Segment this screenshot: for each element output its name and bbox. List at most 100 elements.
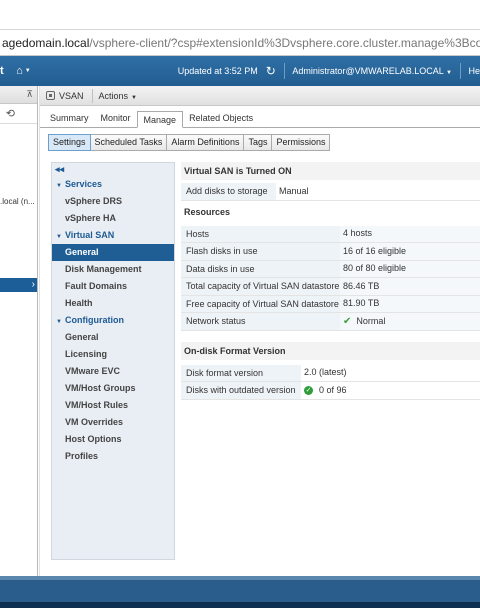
nav-item-health[interactable]: Health <box>52 295 174 312</box>
subtab-settings[interactable]: Settings <box>48 134 91 151</box>
row-label: Data disks in use <box>181 260 340 277</box>
header-divider <box>283 63 285 79</box>
history-icon[interactable]: ⟲ <box>6 107 15 120</box>
header-divider <box>91 88 93 103</box>
checkmark-icon: ✔ <box>343 315 352 327</box>
add-disks-row: Add disks to storage Manual <box>181 183 480 201</box>
nav-item-vmware-evc[interactable]: VMware EVC <box>52 363 174 380</box>
resources-table: Hosts 4 hosts Flash disks in use 16 of 16 … <box>181 225 480 331</box>
navigator-toolbar: ⟲ <box>0 104 37 124</box>
row-label: Add disks to storage <box>181 183 276 200</box>
chevron-right-icon: › <box>31 279 35 290</box>
home-menu-button[interactable]: ⌂ ▼ <box>16 65 31 77</box>
row-label: Free capacity of Virtual SAN datastore <box>181 295 340 312</box>
nav-item-config-general[interactable]: General <box>52 329 174 346</box>
tab-related-objects[interactable]: Related Objects <box>183 110 259 127</box>
app-logo: t <box>0 65 4 77</box>
taskbar <box>0 576 480 608</box>
nav-item-profiles[interactable]: Profiles <box>52 448 174 465</box>
tab-monitor[interactable]: Monitor <box>95 110 137 127</box>
user-menu[interactable]: Administrator@VMWARELAB.LOCAL ▼ <box>292 66 451 76</box>
nav-item-vm-host-groups[interactable]: VM/Host Groups <box>52 380 174 397</box>
row-label: Flash disks in use <box>181 243 340 260</box>
actions-menu-button[interactable]: Actions ▼ <box>99 91 137 101</box>
table-row: Free capacity of Virtual SAN datastore 81… <box>181 295 480 313</box>
expand-triangle-icon: ▼ <box>56 183 62 189</box>
row-label: Hosts <box>181 225 340 242</box>
nav-group-label: Services <box>64 179 102 189</box>
cluster-icon <box>46 91 55 100</box>
user-name: Administrator@VMWARELAB.LOCAL <box>292 66 444 76</box>
subtab-tags[interactable]: Tags <box>244 134 273 151</box>
vsan-general-content: Virtual SAN is Turned ON Add disks to st… <box>181 162 480 560</box>
nav-group-virtual-san[interactable]: ▼ Virtual SAN <box>52 227 174 244</box>
row-value: ✓ 0 of 96 <box>301 382 480 399</box>
actions-label: Actions <box>98 90 129 101</box>
subtab-alarm-definitions[interactable]: Alarm Definitions <box>167 134 245 151</box>
nav-item-host-options[interactable]: Host Options <box>52 431 174 448</box>
subtab-permissions[interactable]: Permissions <box>272 134 331 151</box>
url-host: agedomain.local <box>2 35 90 50</box>
main-panel: VSAN Actions ▼ Summary Monitor Manage Rel… <box>39 86 480 576</box>
taskbar-body <box>0 580 480 602</box>
format-table: Disk format version 2.0 (latest) Disks wi… <box>181 364 480 400</box>
nav-item-vm-overrides[interactable]: VM Overrides <box>52 414 174 431</box>
tab-manage[interactable]: Manage <box>136 111 184 128</box>
header-divider <box>459 63 461 79</box>
chevron-down-icon: ▼ <box>131 94 137 101</box>
nav-item-vm-host-rules[interactable]: VM/Host Rules <box>52 397 174 414</box>
table-row: Flash disks in use 16 of 16 eligible <box>181 243 480 261</box>
row-label: Disks with outdated version <box>181 382 301 399</box>
url-path: /vsphere-client/?csp#extensionId%3Dvsphe… <box>89 35 480 50</box>
object-header: VSAN Actions ▼ <box>40 86 480 106</box>
navigator-pane: ⊼ ⟲ .local (n... › <box>0 86 38 576</box>
chevron-down-icon: ▼ <box>24 68 31 74</box>
tab-summary[interactable]: Summary <box>44 110 95 127</box>
nav-item-licensing[interactable]: Licensing <box>52 346 174 363</box>
nav-item-disk-management[interactable]: Disk Management <box>52 261 174 278</box>
row-label: Network status <box>181 313 340 330</box>
nav-item-vsphere-drs[interactable]: vSphere DRS <box>52 193 174 210</box>
nav-group-label: Virtual SAN <box>64 230 115 240</box>
subtab-scheduled-tasks[interactable]: Scheduled Tasks <box>90 134 168 151</box>
settings-nav: ◂◂ ▼ Services vSphere DRS vSphere HA ▼ Vir… <box>51 162 175 560</box>
row-value: 4 hosts <box>340 225 480 242</box>
vsan-status-title: Virtual SAN is Turned ON <box>181 162 480 180</box>
row-value: 2.0 (latest) <box>301 364 480 381</box>
row-value: ✔ Normal <box>340 313 480 330</box>
network-status-value: Normal <box>356 315 386 326</box>
table-row: Network status ✔ Normal <box>181 313 480 331</box>
browser-tab-strip <box>0 0 480 30</box>
object-name: VSAN <box>59 90 84 101</box>
home-icon: ⌂ <box>16 65 23 77</box>
inventory-item[interactable]: .local (n... <box>0 197 35 206</box>
address-bar[interactable]: agedomain.local/vsphere-client/?csp#exte… <box>0 30 480 56</box>
row-label: Disk format version <box>181 364 301 381</box>
updated-time: Updated at 3:52 PM <box>177 66 258 76</box>
row-value: 80 of 80 eligible <box>340 260 480 277</box>
resources-title: Resources <box>184 206 231 217</box>
row-value: Manual <box>276 183 480 200</box>
table-row: Disk format version 2.0 (latest) <box>181 364 480 382</box>
row-value: 86.46 TB <box>340 278 480 295</box>
nav-group-label: Configuration <box>64 315 124 325</box>
taskbar-shadow <box>0 602 480 608</box>
expand-triangle-icon: ▼ <box>56 234 62 240</box>
selected-inventory-item[interactable]: › <box>0 278 37 292</box>
pin-icon[interactable]: ⊼ <box>26 89 33 100</box>
table-row: Total capacity of Virtual SAN datastore 8… <box>181 278 480 296</box>
table-row: Disks with outdated version ✓ 0 of 96 <box>181 382 480 400</box>
nav-item-fault-domains[interactable]: Fault Domains <box>52 278 174 295</box>
nav-group-services[interactable]: ▼ Services <box>52 176 174 193</box>
expand-triangle-icon: ▼ <box>56 319 62 325</box>
help-menu[interactable]: He <box>469 66 480 76</box>
nav-item-vsan-general[interactable]: General <box>52 244 174 261</box>
row-value: 81.90 TB <box>340 295 480 312</box>
refresh-icon[interactable]: ↻ <box>266 64 276 78</box>
row-value: 16 of 16 eligible <box>340 243 480 260</box>
collapse-nav-icon[interactable]: ◂◂ <box>52 163 174 176</box>
nav-item-vsphere-ha[interactable]: vSphere HA <box>52 210 174 227</box>
nav-group-configuration[interactable]: ▼ Configuration <box>52 312 174 329</box>
table-row: Data disks in use 80 of 80 eligible <box>181 260 480 278</box>
chevron-down-icon: ▼ <box>445 70 452 76</box>
